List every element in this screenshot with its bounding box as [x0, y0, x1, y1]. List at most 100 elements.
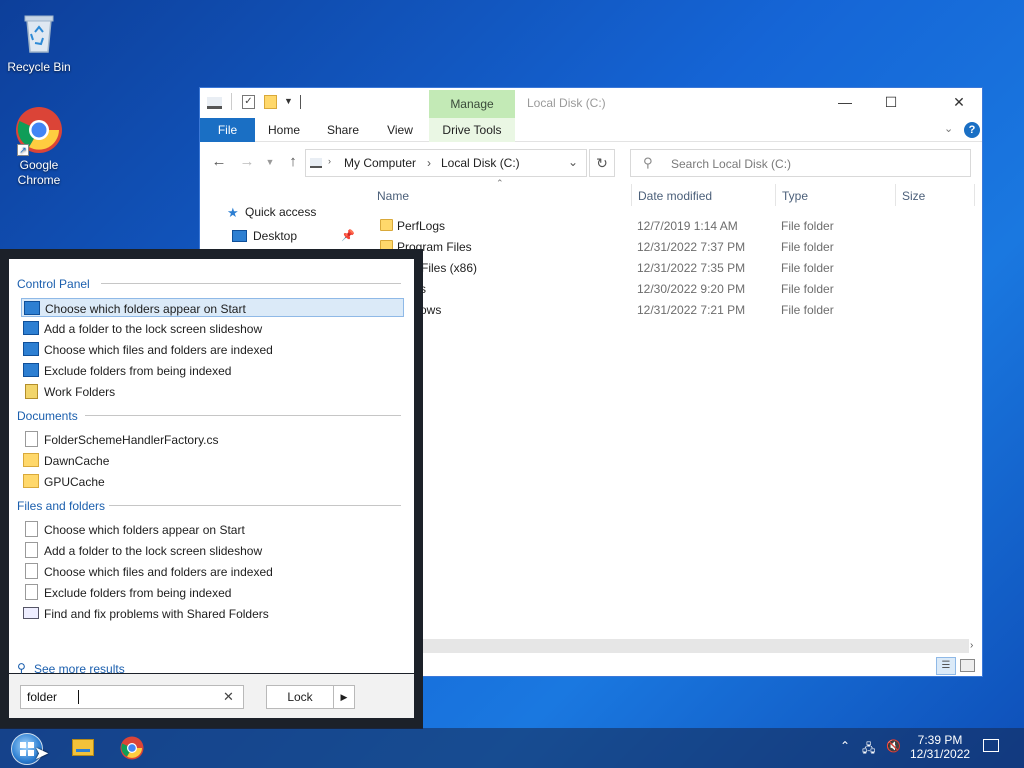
- nav-quick-access[interactable]: Quick access: [245, 205, 316, 219]
- result-item[interactable]: Choose which folders appear on Start: [21, 520, 404, 539]
- power-options-button[interactable]: ▶: [333, 685, 355, 709]
- row-type: File folder: [781, 303, 834, 317]
- sort-ascending-icon: ⌃: [496, 178, 504, 188]
- result-label: Exclude folders from being indexed: [44, 586, 232, 600]
- new-folder-icon[interactable]: [264, 95, 277, 109]
- troubleshoot-icon: [23, 607, 39, 619]
- desktop-icon-recycle-bin[interactable]: Recycle Bin: [1, 8, 77, 75]
- volume-muted-icon[interactable]: 🔇: [886, 739, 901, 753]
- tab-home[interactable]: Home: [262, 118, 306, 142]
- result-label: Add a folder to the lock screen slidesho…: [44, 544, 263, 558]
- result-item[interactable]: Work Folders: [21, 382, 404, 401]
- result-item[interactable]: Choose which folders appear on Start: [21, 298, 404, 317]
- nav-desktop[interactable]: Desktop: [253, 229, 297, 243]
- result-item[interactable]: Choose which files and folders are index…: [21, 562, 404, 581]
- row-type: File folder: [781, 240, 834, 254]
- result-item[interactable]: Exclude folders from being indexed: [21, 583, 404, 602]
- address-bar[interactable]: › My Computer › Local Disk (C:) ⌄: [305, 149, 587, 177]
- table-row[interactable]: Program Files 12/31/2022 7:37 PM File fo…: [376, 236, 976, 257]
- recycle-bin-label: Recycle Bin: [7, 60, 71, 74]
- result-item[interactable]: GPUCache: [21, 472, 404, 491]
- address-dropdown-icon[interactable]: ⌄: [568, 155, 578, 169]
- maximize-button[interactable]: ☐: [868, 88, 914, 118]
- back-button[interactable]: ←: [209, 152, 229, 172]
- table-row[interactable]: PerfLogs 12/7/2019 1:14 AM File folder: [376, 215, 976, 236]
- desktop-icon-chrome[interactable]: ↗ Google Chrome: [1, 106, 77, 188]
- result-item[interactable]: Add a folder to the lock screen slidesho…: [21, 541, 404, 560]
- expand-ribbon-icon[interactable]: ⌄: [944, 122, 953, 135]
- result-label: FolderSchemeHandlerFactory.cs: [44, 433, 219, 447]
- breadcrumb-my-computer[interactable]: My Computer: [344, 156, 416, 170]
- qat-dropdown-icon[interactable]: ▼: [284, 96, 293, 106]
- pin-icon[interactable]: 📌: [341, 229, 355, 242]
- start-search-input[interactable]: folder ✕: [20, 685, 244, 709]
- chrome-label: Google Chrome: [17, 158, 61, 187]
- column-date-modified[interactable]: Date modified: [638, 189, 712, 203]
- chrome-taskbar-icon[interactable]: [120, 736, 144, 763]
- table-row[interactable]: s 12/30/2022 9:20 PM File folder: [376, 278, 976, 299]
- details-view-button[interactable]: ☰: [936, 657, 956, 675]
- notifications-icon[interactable]: [983, 739, 999, 752]
- result-item[interactable]: Add a folder to the lock screen slidesho…: [21, 319, 404, 338]
- result-label: Choose which files and folders are index…: [44, 343, 273, 357]
- folder-icon: [380, 219, 393, 231]
- document-icon: [25, 431, 38, 447]
- column-type[interactable]: Type: [782, 189, 808, 203]
- show-hidden-icons-icon[interactable]: ⌃: [840, 739, 850, 753]
- tab-drive-tools[interactable]: Drive Tools: [429, 118, 515, 142]
- search-results-panel: Control Panel Choose which folders appea…: [9, 259, 414, 676]
- minimize-button[interactable]: —: [822, 88, 868, 118]
- tab-view[interactable]: View: [378, 118, 422, 142]
- ribbon-tabs: File Home Share View Drive Tools ⌄ ?: [200, 118, 982, 142]
- clear-search-icon[interactable]: ✕: [223, 689, 234, 705]
- qat-separator: [300, 95, 301, 109]
- clock[interactable]: 7:39 PM 12/31/2022: [910, 733, 970, 761]
- star-icon: ★: [227, 205, 239, 220]
- column-name[interactable]: Name: [377, 189, 409, 203]
- breadcrumb-local-disk[interactable]: Local Disk (C:): [441, 156, 520, 170]
- large-icons-view-button[interactable]: [960, 659, 975, 672]
- horizontal-scrollbar[interactable]: [423, 639, 969, 653]
- table-row[interactable]: ows 12/31/2022 7:21 PM File folder: [376, 299, 976, 320]
- result-label: Find and fix problems with Shared Folder…: [44, 607, 269, 621]
- navigation-bar: ← → ▼ ↑ › My Computer › Local Disk (C:) …: [200, 143, 982, 181]
- close-icon: ✕: [953, 94, 965, 110]
- result-item[interactable]: Find and fix problems with Shared Folder…: [21, 604, 404, 623]
- folder-icon: [23, 474, 39, 488]
- network-icon[interactable]: 🖧: [862, 739, 875, 760]
- desktop-icon: [232, 230, 247, 242]
- result-item[interactable]: Exclude folders from being indexed: [21, 361, 404, 380]
- clock-date: 12/31/2022: [910, 747, 971, 761]
- breadcrumb-separator-icon: ›: [328, 156, 331, 166]
- forward-arrow-icon: →: [239, 153, 255, 170]
- search-bottom-bar: folder ✕ Lock ▶: [9, 674, 414, 718]
- tab-manage[interactable]: Manage: [429, 90, 515, 118]
- text-cursor: [78, 690, 79, 704]
- close-button[interactable]: ✕: [936, 88, 982, 118]
- chrome-icon: ↗: [15, 106, 63, 156]
- result-item[interactable]: FolderSchemeHandlerFactory.cs: [21, 430, 404, 449]
- result-item[interactable]: Choose which files and folders are index…: [21, 340, 404, 359]
- lock-button[interactable]: Lock: [266, 685, 334, 709]
- recent-locations-button[interactable]: ▼: [260, 152, 280, 172]
- file-explorer-icon[interactable]: [72, 739, 94, 756]
- clock-time: 7:39 PM: [917, 733, 963, 747]
- column-divider: [974, 184, 975, 206]
- up-button[interactable]: ↑: [283, 152, 303, 172]
- refresh-button[interactable]: ↻: [589, 149, 615, 177]
- row-date: 12/31/2022 7:37 PM: [637, 240, 746, 254]
- column-size[interactable]: Size: [902, 189, 925, 203]
- search-field[interactable]: ⚲ Search Local Disk (C:): [630, 149, 971, 177]
- properties-icon[interactable]: ✓: [242, 95, 255, 109]
- help-icon[interactable]: ?: [964, 122, 980, 138]
- control-panel-icon: [23, 321, 39, 335]
- recycle-bin-icon: [15, 8, 63, 56]
- scroll-right-icon[interactable]: ›: [970, 640, 973, 651]
- tab-share[interactable]: Share: [320, 118, 366, 142]
- document-icon: [25, 563, 38, 579]
- result-item[interactable]: DawnCache: [21, 451, 404, 470]
- control-panel-icon: [23, 363, 39, 377]
- forward-button[interactable]: →: [237, 152, 257, 172]
- table-row[interactable]: ram Files (x86) 12/31/2022 7:35 PM File …: [376, 257, 976, 278]
- tab-file[interactable]: File: [200, 118, 255, 142]
